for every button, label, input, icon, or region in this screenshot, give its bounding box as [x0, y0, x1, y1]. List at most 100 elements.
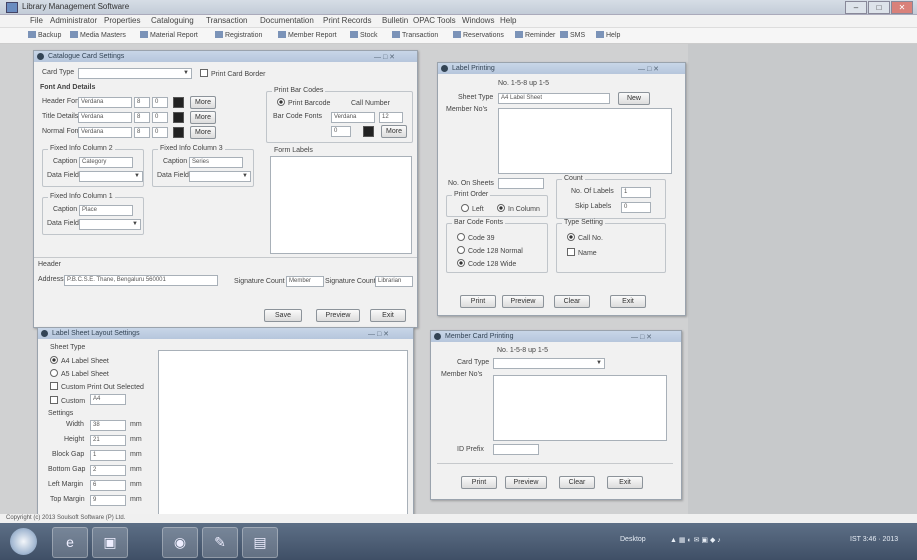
barcode-option-radio[interactable]: Code 128 Wide — [457, 259, 516, 268]
more-button[interactable]: More — [381, 125, 407, 138]
font-size-field[interactable]: 8 — [134, 97, 150, 108]
card-type-select[interactable]: ▼ — [78, 68, 192, 79]
data-field-select[interactable]: ▼ — [189, 171, 251, 182]
form-labels-list[interactable] — [270, 156, 412, 254]
print-button[interactable]: Print — [460, 295, 496, 308]
barcode-option-radio[interactable]: Code 39 — [457, 233, 494, 242]
start-button[interactable] — [10, 528, 37, 555]
exit-button[interactable]: Exit — [610, 295, 646, 308]
explorer-taskbar-icon[interactable]: ▣ — [92, 527, 128, 558]
print-border-checkbox[interactable]: Print Card Border — [200, 69, 265, 78]
sheet-type-select[interactable]: A4 Label Sheet — [498, 93, 610, 104]
menu-opac[interactable]: OPAC — [413, 16, 435, 25]
color-swatch[interactable] — [173, 127, 184, 138]
window-controls[interactable]: — □ ✕ — [368, 329, 389, 339]
order-left-radio[interactable]: Left — [461, 204, 484, 213]
tb-reminder[interactable]: Reminder — [515, 31, 555, 39]
font-select[interactable]: Verdana — [78, 112, 132, 123]
tb-transaction[interactable]: Transaction — [392, 31, 438, 39]
sheet-option-radio[interactable]: A5 Label Sheet — [50, 369, 109, 378]
preview-button[interactable]: Preview — [505, 476, 547, 489]
tb-stock[interactable]: Stock — [350, 31, 378, 39]
font-size-field[interactable]: 8 — [134, 127, 150, 138]
exit-button[interactable]: Exit — [607, 476, 643, 489]
editor-taskbar-icon[interactable]: ✎ — [202, 527, 238, 558]
font-bold-field[interactable]: 0 — [152, 127, 168, 138]
address-field[interactable]: P.B.C.S.E. Thane, Bengaluru 560001 — [64, 275, 218, 286]
count-field[interactable]: 1 — [621, 187, 651, 198]
print-barcode-radio[interactable]: Print Barcode — [277, 98, 330, 107]
menu-transaction[interactable]: Transaction — [206, 16, 248, 25]
menu-documentation[interactable]: Documentation — [260, 16, 314, 25]
barcode-font-select[interactable]: Verdana — [331, 112, 375, 123]
color-swatch[interactable] — [173, 112, 184, 123]
data-field-select[interactable]: ▼ — [79, 219, 141, 230]
more-button[interactable]: More — [190, 126, 216, 139]
sheet-option-radio[interactable]: A4 Label Sheet — [50, 356, 109, 365]
color-swatch[interactable] — [173, 97, 184, 108]
window-controls[interactable]: — □ ✕ — [638, 64, 659, 74]
setting-field[interactable]: 6 — [90, 480, 126, 491]
menu-print-records[interactable]: Print Records — [323, 16, 371, 25]
menu-bulletin[interactable]: Bulletin — [382, 16, 408, 25]
clear-button[interactable]: Clear — [554, 295, 590, 308]
new-sheet-button[interactable]: New — [618, 92, 650, 105]
menu-windows[interactable]: Windows — [462, 16, 494, 25]
setting-field[interactable]: 2 — [90, 465, 126, 476]
member-list[interactable] — [493, 375, 667, 441]
tb-sms[interactable]: SMS — [560, 31, 585, 39]
type-name-checkbox[interactable]: Name — [567, 248, 597, 257]
menu-file[interactable]: File — [30, 16, 43, 25]
menu-cataloguing[interactable]: Cataloguing — [151, 16, 194, 25]
barcode-bold-field[interactable]: 0 — [331, 126, 351, 137]
font-bold-field[interactable]: 0 — [152, 97, 168, 108]
setting-field[interactable]: 9 — [90, 495, 126, 506]
menu-properties[interactable]: Properties — [104, 16, 140, 25]
menu-tools[interactable]: Tools — [437, 16, 456, 25]
count-field[interactable]: 0 — [621, 202, 651, 213]
member-list[interactable] — [498, 108, 672, 174]
setting-field[interactable]: 1 — [90, 450, 126, 461]
type-callno-radio[interactable]: Call No. — [567, 233, 603, 242]
font-select[interactable]: Verdana — [78, 127, 132, 138]
barcode-size-field[interactable]: 12 — [379, 112, 403, 123]
window-controls[interactable]: — □ ✕ — [631, 332, 652, 342]
maximize-button[interactable]: □ — [868, 1, 890, 14]
desktop-label[interactable]: Desktop — [620, 536, 646, 543]
signature-field[interactable]: Member — [286, 276, 324, 287]
font-select[interactable]: Verdana — [78, 97, 132, 108]
font-size-field[interactable]: 8 — [134, 112, 150, 123]
tb-material-report[interactable]: Material Report — [140, 31, 198, 39]
card-type-select[interactable]: ▼ — [493, 358, 605, 369]
clock[interactable]: IST 3:46 · 2013 — [850, 536, 898, 543]
save-button[interactable]: Save — [264, 309, 302, 322]
custom-checkbox[interactable]: Custom — [50, 396, 85, 405]
caption-field[interactable]: Category — [79, 157, 133, 168]
window-taskbar-icon[interactable]: ▤ — [242, 527, 278, 558]
font-bold-field[interactable]: 0 — [152, 112, 168, 123]
preview-button[interactable]: Preview — [502, 295, 544, 308]
more-button[interactable]: More — [190, 96, 216, 109]
order-column-radio[interactable]: In Column — [497, 204, 540, 213]
menu-help[interactable]: Help — [500, 16, 516, 25]
app-taskbar-icon[interactable]: ◉ — [162, 527, 198, 558]
data-field-select[interactable]: ▼ — [79, 171, 143, 182]
caption-field[interactable]: Series — [189, 157, 243, 168]
custom-field[interactable]: A4 — [90, 394, 126, 405]
setting-field[interactable]: 38 — [90, 420, 126, 431]
signature-field[interactable]: Librarian — [375, 276, 413, 287]
color-swatch[interactable] — [363, 126, 374, 137]
minimize-button[interactable]: – — [845, 1, 867, 14]
tb-registration[interactable]: Registration — [215, 31, 262, 39]
menu-administrator[interactable]: Administrator — [50, 16, 97, 25]
caption-field[interactable]: Place — [79, 205, 133, 216]
more-button[interactable]: More — [190, 111, 216, 124]
barcode-option-radio[interactable]: Code 128 Normal — [457, 246, 523, 255]
tray-icons[interactable]: ▲ ▦ ◐ ✉ ▣ ◆ ♪ — [670, 536, 721, 544]
call-number-radio[interactable]: Call Number — [351, 100, 390, 107]
exit-button[interactable]: Exit — [370, 309, 406, 322]
no-labels-field[interactable] — [498, 178, 544, 189]
print-button[interactable]: Print — [461, 476, 497, 489]
tb-help[interactable]: Help — [596, 31, 620, 39]
clear-button[interactable]: Clear — [559, 476, 595, 489]
